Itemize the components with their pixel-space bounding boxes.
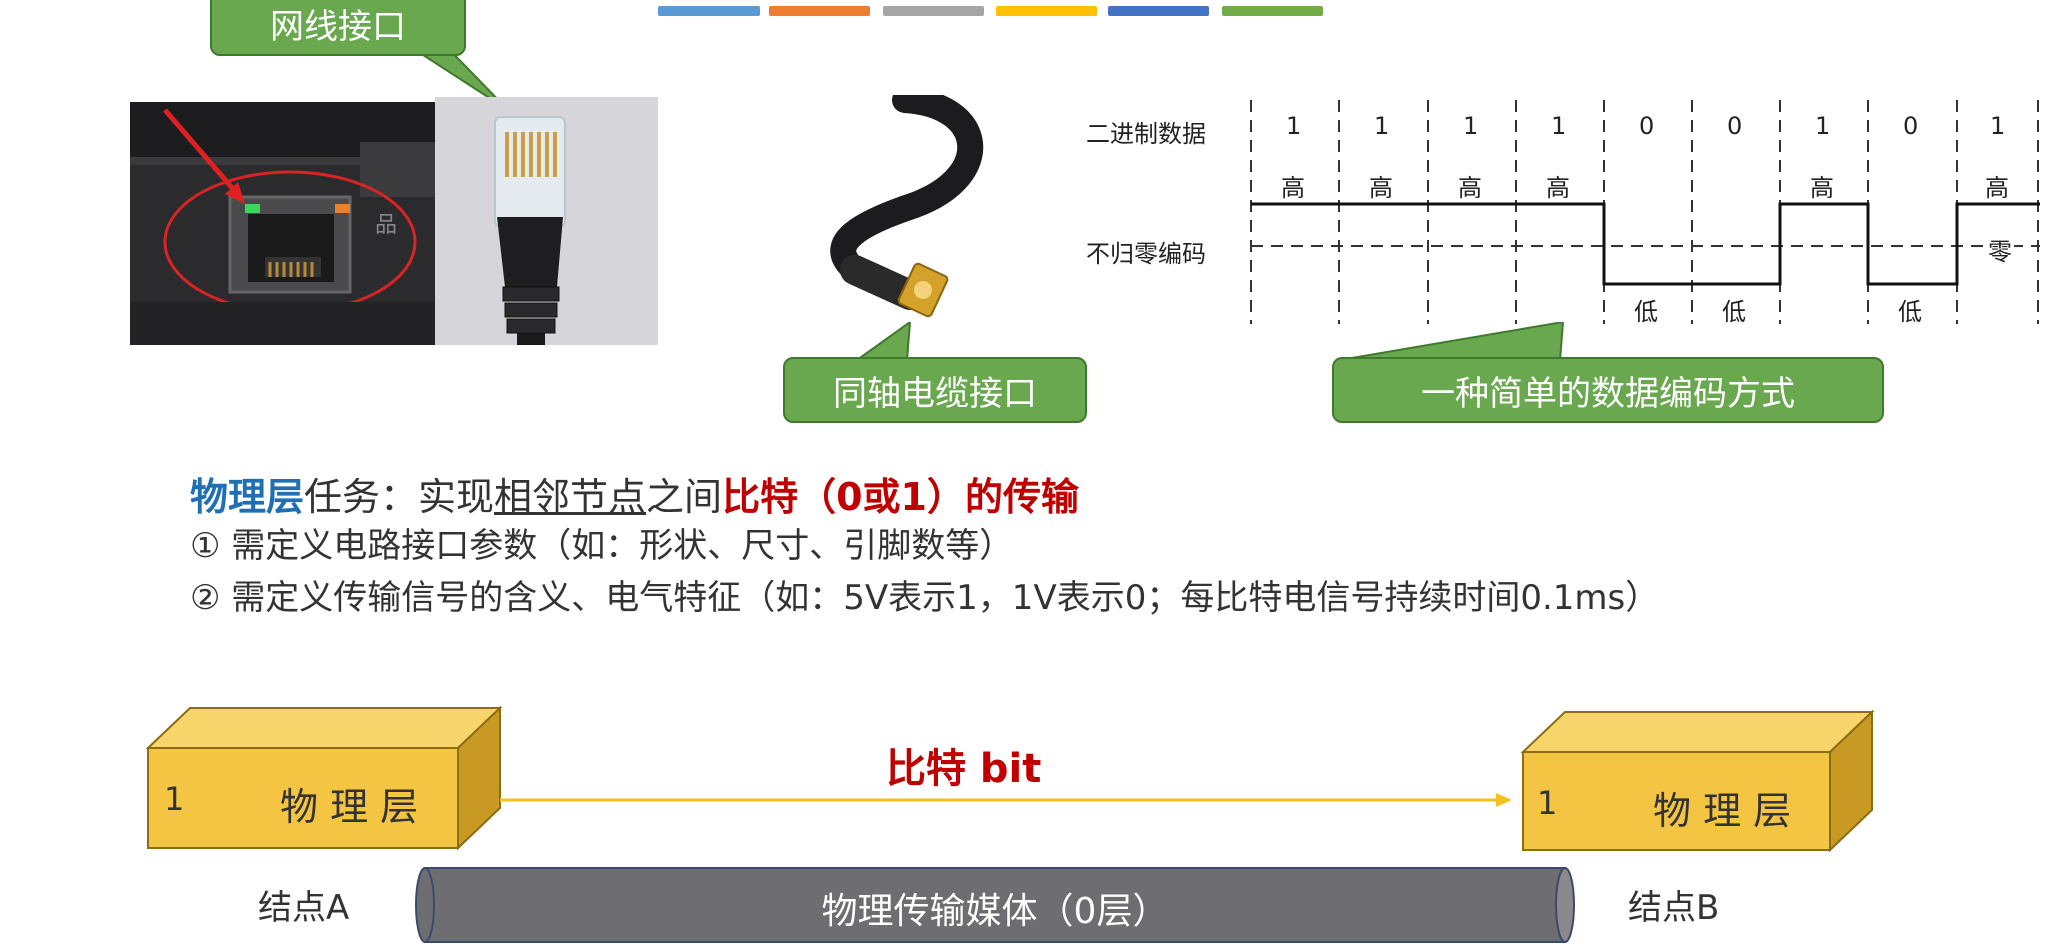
high-level-label: 高 <box>1458 174 1482 202</box>
transmission-medium-label: 物理传输媒体（0层） <box>821 891 1169 932</box>
bit-value: 0 <box>1639 112 1655 140</box>
high-level-label: 高 <box>1810 174 1834 202</box>
adjacent-nodes-term: 相邻节点 <box>494 475 647 519</box>
color-bar-5 <box>1108 6 1209 16</box>
svg-text:品: 品 <box>375 213 397 238</box>
bit-value: 0 <box>1727 112 1743 140</box>
laptop-port-photo: 品 <box>130 102 435 345</box>
rj45-connector-photo <box>435 97 658 345</box>
node-a-label: 结点A <box>258 888 350 928</box>
color-bar-6 <box>1222 6 1323 16</box>
ethernet-port-callout: 网线接口 <box>210 0 466 56</box>
left-box-label: 物 理 层 <box>280 785 419 829</box>
physical-layer-task-line: 物理层任务：实现相邻节点之间比特（0或1）的传输 <box>190 466 1079 521</box>
bit-value: 1 <box>1551 112 1567 140</box>
low-level-label: 低 <box>1634 298 1658 326</box>
coax-cable-photo <box>785 95 1015 320</box>
color-bar-3 <box>883 6 984 16</box>
bit-value: 1 <box>1990 112 2006 140</box>
high-level-label: 高 <box>1985 174 2009 202</box>
requirement-1-line: ① 需定义电路接口参数（如：形状、尺寸、引脚数等） <box>190 526 1014 566</box>
bit-value: 1 <box>1815 112 1831 140</box>
color-bar-1 <box>658 6 760 16</box>
encoding-callout-tail <box>1339 322 1565 361</box>
coax-callout-tail <box>853 322 912 361</box>
between-text: 之间 <box>646 475 723 519</box>
high-level-label: 高 <box>1281 174 1305 202</box>
bit-value: 1 <box>1286 112 1302 140</box>
nrz-encoding-diagram: 二进制数据 不归零编码 1 1 1 1 0 0 1 0 1 高 高 高 高 高 … <box>1080 92 2040 332</box>
node-b-label: 结点B <box>1628 888 1720 928</box>
low-level-label: 低 <box>1898 298 1922 326</box>
left-box-number: 1 <box>164 780 185 818</box>
bit-transmission-term: 比特（0或1）的传输 <box>722 475 1079 519</box>
physical-layer-term: 物理层 <box>190 475 305 519</box>
encoding-callout-text: 一种简单的数据编码方式 <box>1421 373 1795 414</box>
bit-label: 比特 bit <box>886 746 1042 792</box>
physical-layer-diagram: 1 物 理 层 1 物 理 层 比特 bit 结点A 结点B 物理传输媒体（0层… <box>0 700 2068 944</box>
right-box-number: 1 <box>1537 784 1558 822</box>
high-level-label: 高 <box>1546 174 1570 202</box>
zero-level-label: 零 <box>1986 232 2014 267</box>
encoding-callout: 一种简单的数据编码方式 <box>1332 357 1884 423</box>
coax-port-callout: 同轴电缆接口 <box>783 357 1087 423</box>
low-level-label: 低 <box>1722 298 1746 326</box>
coax-port-callout-text: 同轴电缆接口 <box>833 373 1037 414</box>
color-bar-2 <box>769 6 870 16</box>
right-box-label: 物 理 层 <box>1653 789 1792 833</box>
bit-value: 1 <box>1374 112 1390 140</box>
requirement-2-line: ② 需定义传输信号的含义、电气特征（如：5V表示1，1V表示0；每比特电信号持续… <box>190 578 1660 618</box>
task-text: 任务：实现 <box>304 475 495 519</box>
ethernet-port-callout-text: 网线接口 <box>270 6 406 47</box>
bit-value: 0 <box>1903 112 1919 140</box>
high-level-label: 高 <box>1369 174 1393 202</box>
bit-value: 1 <box>1463 112 1479 140</box>
color-bar-4 <box>996 6 1097 16</box>
